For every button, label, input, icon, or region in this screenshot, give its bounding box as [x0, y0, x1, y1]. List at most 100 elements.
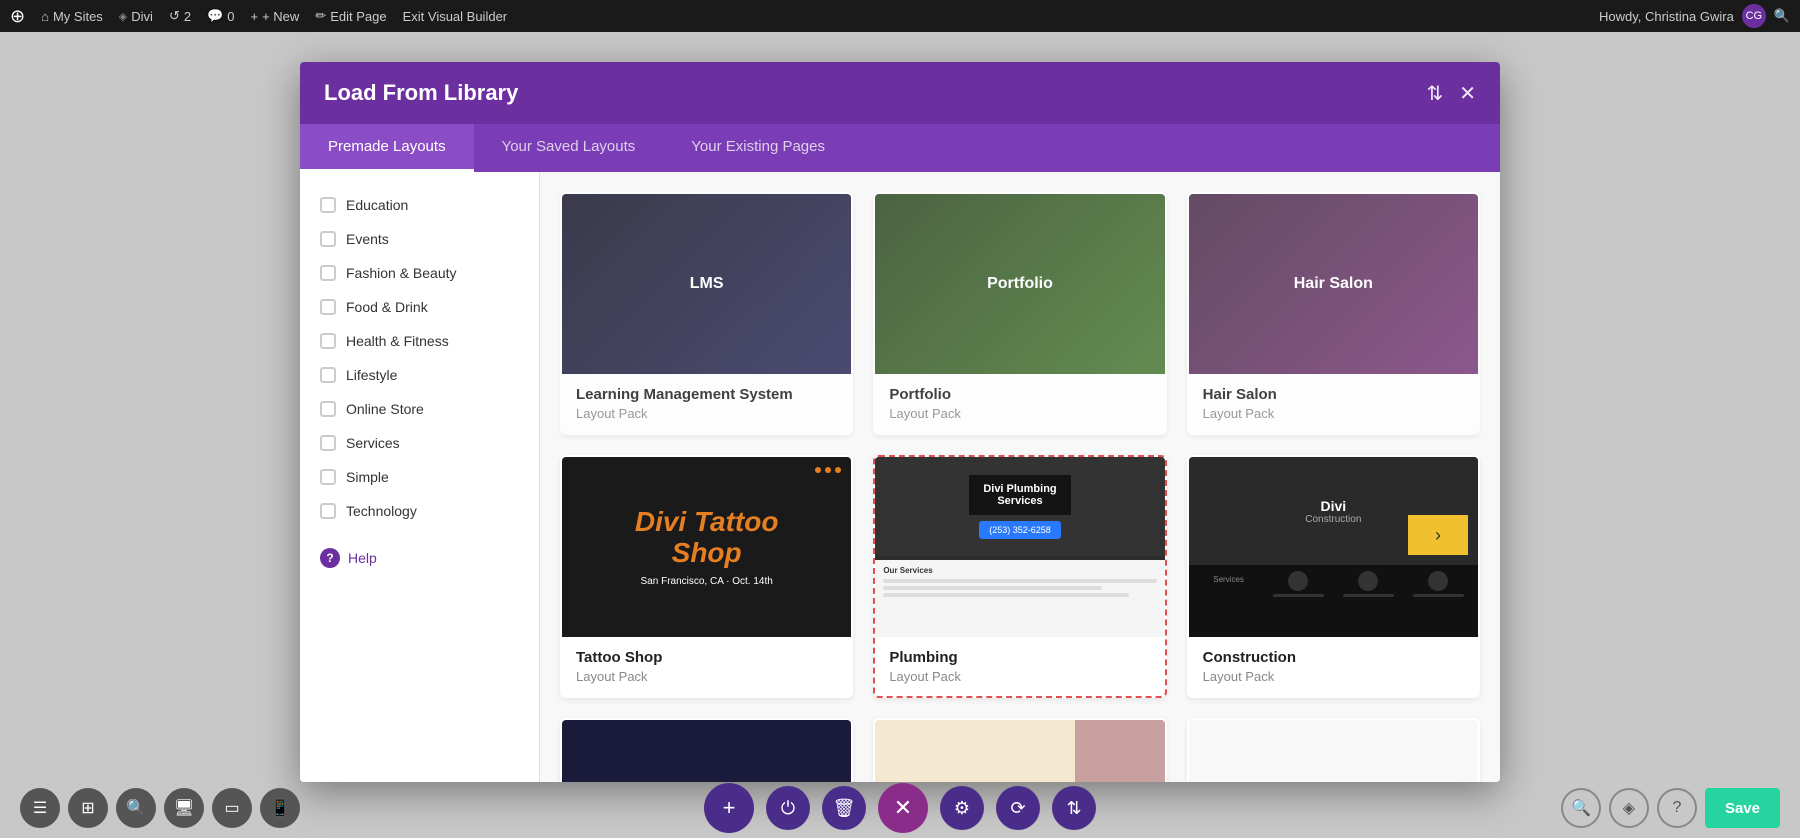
plumbing-type: Layout Pack [889, 669, 1150, 684]
health-checkbox[interactable] [320, 333, 336, 349]
notification-count: 2 [184, 9, 191, 24]
layout-card-lms[interactable]: LMS Learning Management System Layout Pa… [560, 192, 853, 435]
grid-button[interactable]: ⊞ [68, 788, 108, 828]
modal-header: Load From Library ⇅ ✕ [300, 62, 1500, 124]
layout-card-salon[interactable]: Hair Salon Hair Salon Layout Pack [1187, 192, 1480, 435]
online-store-checkbox[interactable] [320, 401, 336, 417]
construction-section: Services [1197, 575, 1261, 584]
lms-name: Learning Management System [576, 386, 837, 403]
modal-title: Load From Library [324, 80, 518, 106]
layouts-grid: LMS Learning Management System Layout Pa… [560, 192, 1480, 782]
salon-type: Layout Pack [1203, 406, 1464, 421]
sidebar-label-simple: Simple [346, 469, 389, 485]
desktop-button[interactable]: 🖥 [164, 788, 204, 828]
sidebar-item-simple[interactable]: Simple [300, 460, 539, 494]
add-button[interactable]: + [704, 783, 754, 833]
new-button[interactable]: + + New [251, 9, 300, 24]
fashion-checkbox[interactable] [320, 265, 336, 281]
content-area: LMS Learning Management System Layout Pa… [540, 172, 1500, 782]
search-button[interactable]: 🔍 [116, 788, 156, 828]
sidebar-item-education[interactable]: Education [300, 188, 539, 222]
new-label: + New [262, 9, 299, 24]
mobile-button[interactable]: 📱 [260, 788, 300, 828]
search-icon[interactable]: 🔍 [1774, 8, 1790, 24]
modal-body: Education Events Fashion & Beauty Food &… [300, 172, 1500, 782]
toolbar-left: ☰ ⊞ 🔍 🖥 ▭ 📱 [20, 788, 300, 828]
sidebar-item-health[interactable]: Health & Fitness [300, 324, 539, 358]
portfolio-thumb-text: Portfolio [987, 275, 1053, 293]
tab-saved-layouts[interactable]: Your Saved Layouts [474, 124, 664, 172]
layout-card-construction[interactable]: Divi Construction › Services [1187, 455, 1480, 698]
tab-premade-layouts[interactable]: Premade Layouts [300, 124, 474, 172]
simple-checkbox[interactable] [320, 469, 336, 485]
tattoo-type: Layout Pack [576, 669, 837, 684]
tattoo-name: Tattoo Shop [576, 649, 837, 666]
load-from-library-modal: Load From Library ⇅ ✕ Premade Layouts Yo… [300, 62, 1500, 782]
avatar: CG [1742, 4, 1766, 28]
services-checkbox[interactable] [320, 435, 336, 451]
sidebar-item-food[interactable]: Food & Drink [300, 290, 539, 324]
close-button[interactable]: ✕ [878, 783, 928, 833]
portfolio-type: Layout Pack [889, 406, 1150, 421]
sidebar-item-online-store[interactable]: Online Store [300, 392, 539, 426]
trash-button[interactable]: 🗑 [822, 786, 866, 830]
exit-builder-label: Exit Visual Builder [403, 9, 508, 24]
search-circle[interactable]: 🔍 [1561, 788, 1601, 828]
divi-menu[interactable]: ◈ Divi [119, 9, 153, 24]
plumbing-subtitle: Services [983, 495, 1056, 507]
user-greeting: Howdy, Christina Gwira [1599, 9, 1734, 24]
notifications[interactable]: ↺ 2 [169, 8, 191, 24]
sidebar-label-education: Education [346, 197, 408, 213]
plumbing-company: Divi Plumbing [983, 483, 1056, 495]
sidebar-label-online-store: Online Store [346, 401, 424, 417]
settings-button[interactable]: ⚙ [940, 786, 984, 830]
sidebar-item-events[interactable]: Events [300, 222, 539, 256]
modal-overlay: Load From Library ⇅ ✕ Premade Layouts Yo… [0, 32, 1800, 838]
construction-name: Construction [1203, 649, 1464, 666]
tablet-button[interactable]: ▭ [212, 788, 252, 828]
sidebar-item-lifestyle[interactable]: Lifestyle [300, 358, 539, 392]
help-circle[interactable]: ? [1657, 788, 1697, 828]
comments[interactable]: 💬 0 [207, 8, 234, 24]
food-checkbox[interactable] [320, 299, 336, 315]
save-button[interactable]: Save [1705, 788, 1780, 828]
layout-card-webinar[interactable]: Join Us for the Divi 2022 Webinar Weeken… [560, 718, 853, 782]
hamburger-button[interactable]: ☰ [20, 788, 60, 828]
wp-icon[interactable]: ⊕ [10, 6, 25, 27]
education-checkbox[interactable] [320, 197, 336, 213]
sidebar-item-fashion[interactable]: Fashion & Beauty [300, 256, 539, 290]
layout-card-arch[interactable]: Divi Architectural Design Agency Archite… [1187, 718, 1480, 782]
sidebar-label-technology: Technology [346, 503, 417, 519]
help-link[interactable]: ? Help [300, 536, 539, 580]
lms-type: Layout Pack [576, 406, 837, 421]
topbar: ⊕ ⌂ My Sites ◈ Divi ↺ 2 💬 0 + + New ✏ Ed… [0, 0, 1800, 32]
edit-page-button[interactable]: ✏ Edit Page [315, 8, 386, 24]
portfolio-name: Portfolio [889, 386, 1150, 403]
help-icon: ? [320, 548, 340, 568]
sidebar-item-services[interactable]: Services [300, 426, 539, 460]
technology-checkbox[interactable] [320, 503, 336, 519]
power-button[interactable]: ⏻ [766, 786, 810, 830]
layout-card-portfolio[interactable]: Portfolio Portfolio Layout Pack [873, 192, 1166, 435]
lifestyle-checkbox[interactable] [320, 367, 336, 383]
layers-circle[interactable]: ◈ [1609, 788, 1649, 828]
sidebar: Education Events Fashion & Beauty Food &… [300, 172, 540, 782]
layout-card-tattoo[interactable]: Divi TattooShop San Francisco, CA · Oct.… [560, 455, 853, 698]
tab-existing-pages[interactable]: Your Existing Pages [663, 124, 853, 172]
salon-name: Hair Salon [1203, 386, 1464, 403]
events-checkbox[interactable] [320, 231, 336, 247]
sidebar-item-technology[interactable]: Technology [300, 494, 539, 528]
my-sites-menu[interactable]: ⌂ My Sites [41, 9, 103, 24]
layout-card-plumbing[interactable]: Divi Plumbing Services (253) 352-6258 [873, 455, 1166, 698]
transfer-button[interactable]: ⇅ [1052, 786, 1096, 830]
comment-count: 0 [227, 9, 234, 24]
construction-subtitle: Construction [1305, 514, 1361, 525]
layout-card-picnic[interactable]: Pop Up Picnic Rentals for all Occasions!… [873, 718, 1166, 782]
exit-builder-button[interactable]: Exit Visual Builder [403, 9, 508, 24]
sort-icon[interactable]: ⇅ [1426, 81, 1443, 106]
close-modal-button[interactable]: ✕ [1459, 81, 1476, 106]
salon-thumb-text: Hair Salon [1294, 275, 1373, 293]
edit-page-label: Edit Page [330, 9, 386, 24]
sidebar-label-lifestyle: Lifestyle [346, 367, 397, 383]
history-button[interactable]: ⟳ [996, 786, 1040, 830]
